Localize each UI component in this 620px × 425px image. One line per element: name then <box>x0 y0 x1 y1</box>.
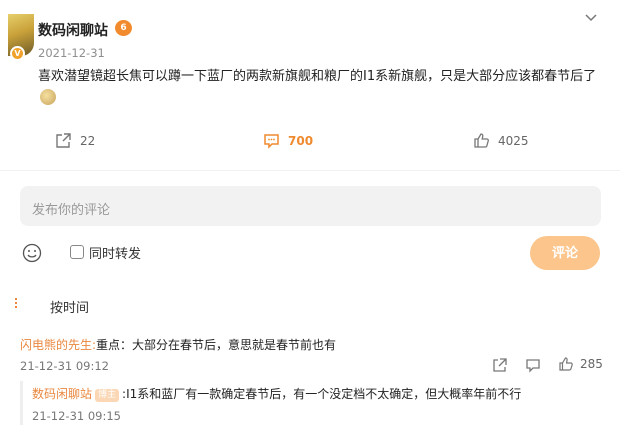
comment-item: 闪电熊的先生:重点：大部分在春节后，意思就是春节前也有 <box>20 336 336 353</box>
comment-icon <box>264 134 279 149</box>
like-count: 4025 <box>498 133 529 148</box>
level-badge: 6 <box>115 20 132 36</box>
comment-count: 700 <box>288 133 314 148</box>
reply-time: 21-12-31 09:15 <box>32 409 121 423</box>
repost-checkbox[interactable] <box>70 245 84 259</box>
chevron-down-icon[interactable] <box>584 10 598 24</box>
reply-item: 数码闲聊站 博主:I1系和蓝厂有一款确定春节后，有一个没定档不太确定，但大概率年前… <box>32 385 521 402</box>
sort-icon[interactable] <box>14 296 28 310</box>
repost-button[interactable]: 22 <box>55 132 95 149</box>
comment-like-count: 285 <box>580 357 603 371</box>
comment-author[interactable]: 闪电熊的先生: <box>20 338 96 352</box>
author-role-badge: 博主 <box>95 389 120 402</box>
like-button[interactable]: 4025 <box>473 132 529 149</box>
thumbs-up-icon <box>474 133 489 148</box>
comment-input[interactable]: 发布你的评论 <box>20 186 601 226</box>
verified-badge-icon: V <box>10 46 25 61</box>
share-icon[interactable] <box>492 357 508 373</box>
reply-divider <box>20 381 23 425</box>
emoji-picker-icon[interactable] <box>22 243 42 263</box>
submit-comment-button[interactable]: 评论 <box>530 236 600 270</box>
post-content: 喜欢潜望镜超长焦可以蹲一下蓝厂的两款新旗舰和粮厂的I1系新旗舰，只是大部分应该都… <box>38 66 610 110</box>
comment-button[interactable]: 700 <box>263 132 313 149</box>
post-date: 2021-12-31 <box>38 46 105 60</box>
repost-count: 22 <box>80 133 96 148</box>
reply-text: :I1系和蓝厂有一款确定春节后，有一个没定档不太确定，但大概率年前不行 <box>122 387 522 401</box>
post-actions: 22 700 4025 <box>0 132 620 156</box>
emoji-icon <box>40 89 56 105</box>
repost-checkbox-label[interactable]: 同时转发 <box>89 243 141 262</box>
comment-actions: 285 <box>0 355 620 375</box>
sort-by-time[interactable]: 按时间 <box>50 297 89 316</box>
reply-author[interactable]: 数码闲聊站 <box>32 387 92 401</box>
post-text: 喜欢潜望镜超长焦可以蹲一下蓝厂的两款新旗舰和粮厂的I1系新旗舰，只是大部分应该都… <box>38 69 597 84</box>
comment-icon[interactable] <box>525 357 541 373</box>
author-avatar[interactable]: V <box>8 14 34 61</box>
share-icon <box>56 133 71 148</box>
thumbs-up-icon[interactable] <box>558 356 574 372</box>
comment-text: 重点：大部分在春节后，意思就是春节前也有 <box>96 338 337 352</box>
divider <box>0 170 620 171</box>
post-author-name[interactable]: 数码闲聊站 <box>38 20 108 40</box>
